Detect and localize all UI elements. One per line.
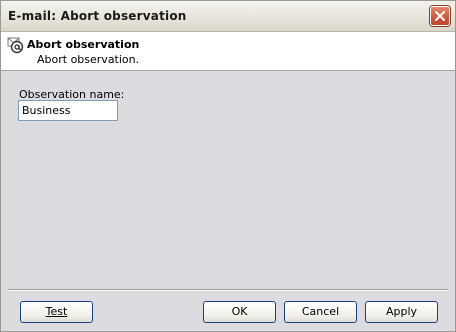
header-title: Abort observation (27, 38, 140, 51)
title-bar[interactable]: E-mail: Abort observation (1, 1, 455, 32)
ok-button[interactable]: OK (203, 301, 276, 323)
test-button[interactable]: Test (20, 301, 93, 323)
dialog-window: E-mail: Abort observation Abort observat… (0, 0, 456, 332)
header-subtitle: Abort observation. (37, 53, 140, 66)
observation-name-input[interactable] (18, 100, 118, 121)
window-title: E-mail: Abort observation (8, 9, 187, 23)
apply-button[interactable]: Apply (365, 301, 438, 323)
close-icon (435, 11, 445, 21)
button-divider (7, 289, 449, 291)
test-button-label: Test (45, 305, 68, 318)
content-panel: Observation name: Test OK Cancel Apply (1, 71, 455, 331)
dialog-header: Abort observation Abort observation. (1, 32, 455, 71)
email-at-icon (7, 37, 24, 54)
cancel-button[interactable]: Cancel (284, 301, 357, 323)
close-button[interactable] (430, 6, 450, 26)
